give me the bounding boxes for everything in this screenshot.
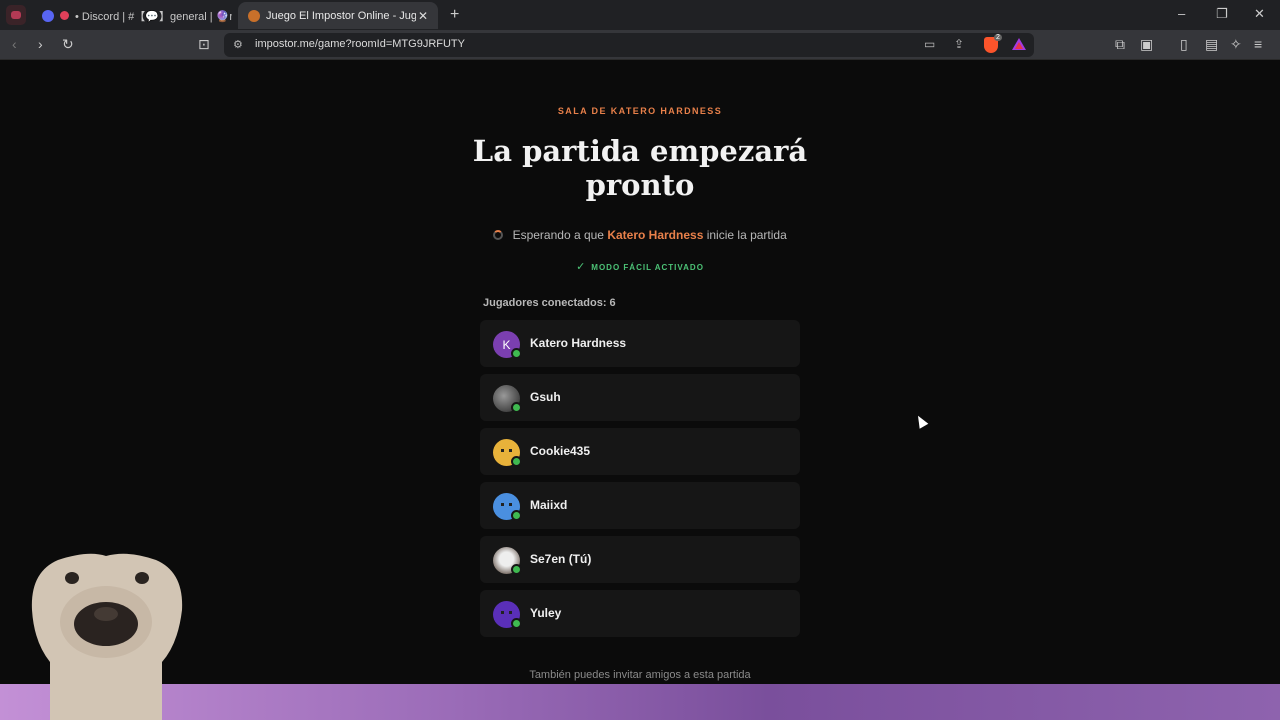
back-icon[interactable]: ‹ (12, 36, 17, 52)
player-list: K Katero Hardness Gsuh Cookie435 Maiixd … (480, 320, 800, 644)
browser-app-icon[interactable] (6, 5, 26, 25)
sidebar-icon[interactable]: ▯ (1180, 36, 1188, 53)
stream-overlay-bar (0, 684, 1280, 720)
online-status-icon (511, 564, 522, 575)
page-title: La partida empezará pronto (472, 134, 808, 202)
close-window-icon[interactable]: ✕ (1254, 6, 1265, 22)
dog-overlay-image (31, 553, 183, 720)
address-bar[interactable]: ⚙ impostor.me/game?roomId=MTG9JRFUTY ▭ ⇪… (224, 33, 1034, 57)
record-icon (60, 11, 69, 20)
player-row: Gsuh (480, 374, 800, 421)
easy-mode-label: MODO FÁCIL ACTIVADO (591, 263, 704, 272)
room-subtitle: SALA DE KATERO HARDNESS (557, 106, 723, 116)
player-name: Se7en (Tú) (530, 552, 592, 566)
players-count: Jugadores conectados: 6 (483, 297, 616, 309)
site-settings-icon[interactable]: ⚙ (233, 38, 243, 51)
player-name: Yuley (530, 606, 562, 620)
online-status-icon (511, 348, 522, 359)
impostor-favicon-icon (248, 9, 260, 22)
forward-icon[interactable]: › (38, 36, 43, 52)
player-name: Gsuh (530, 390, 561, 404)
shields-count-badge: 2 (994, 34, 1002, 41)
player-row: Yuley (480, 590, 800, 637)
minimize-icon[interactable]: – (1178, 6, 1185, 21)
easy-mode-badge: ✓ MODO FÁCIL ACTIVADO (480, 260, 800, 273)
waiting-prefix: Esperando a que (512, 228, 604, 242)
screenshot-icon[interactable]: ▣ (1140, 36, 1153, 53)
waiting-status: Esperando a que Katero Hardness inicie l… (480, 228, 800, 242)
tab-label: • Discord | #【💬】general | 🔮n't (75, 10, 232, 23)
browser-toolbar: ‹ › ↻ ⊡ ⚙ impostor.me/game?roomId=MTG9JR… (0, 30, 1280, 60)
player-row: K Katero Hardness (480, 320, 800, 367)
checkmark-icon: ✓ (576, 261, 587, 273)
tab-label: Juego El Impostor Online - Jugar (266, 9, 416, 22)
online-status-icon (511, 402, 522, 413)
waiting-suffix: inicie la partida (706, 228, 787, 242)
discord-icon (42, 9, 54, 22)
player-name: Cookie435 (530, 444, 591, 458)
menu-icon[interactable]: ≡ (1254, 36, 1262, 52)
loading-spinner-icon (493, 230, 504, 240)
host-name: Katero Hardness (607, 228, 704, 242)
bookmark-icon[interactable]: ⊡ (198, 36, 210, 53)
player-row: Cookie435 (480, 428, 800, 475)
restore-icon[interactable]: ❐ (1216, 6, 1228, 22)
online-status-icon (511, 456, 522, 467)
reload-icon[interactable]: ↻ (62, 36, 74, 53)
share-icon[interactable]: ⇪ (954, 37, 964, 51)
url-text[interactable]: impostor.me/game?roomId=MTG9JRFUTY (255, 38, 465, 50)
cast-icon[interactable]: ▭ (924, 37, 935, 51)
tab-impostor[interactable]: Juego El Impostor Online - Jugar ✕ (238, 2, 438, 29)
mouse-cursor-icon (913, 413, 929, 429)
invite-text: También puedes invitar amigos a esta par… (529, 669, 751, 681)
tab-discord[interactable]: • Discord | #【💬】general | 🔮n't (32, 2, 232, 29)
brave-rewards-icon[interactable] (1012, 38, 1026, 50)
online-status-icon (511, 510, 522, 521)
wallet-icon[interactable]: ▤ (1205, 36, 1218, 53)
player-name: Katero Hardness (530, 336, 627, 350)
leo-ai-icon[interactable]: ✧ (1230, 36, 1242, 53)
player-name: Maiixd (530, 498, 568, 512)
new-tab-button[interactable]: + (450, 6, 459, 24)
online-status-icon (511, 618, 522, 629)
close-tab-icon[interactable]: ✕ (418, 9, 428, 23)
player-row: Maiixd (480, 482, 800, 529)
browser-tab-strip: • Discord | #【💬】general | 🔮n't Juego El … (0, 0, 1280, 30)
extensions-icon[interactable]: ⧉ (1115, 36, 1125, 53)
player-row: Se7en (Tú) (480, 536, 800, 583)
